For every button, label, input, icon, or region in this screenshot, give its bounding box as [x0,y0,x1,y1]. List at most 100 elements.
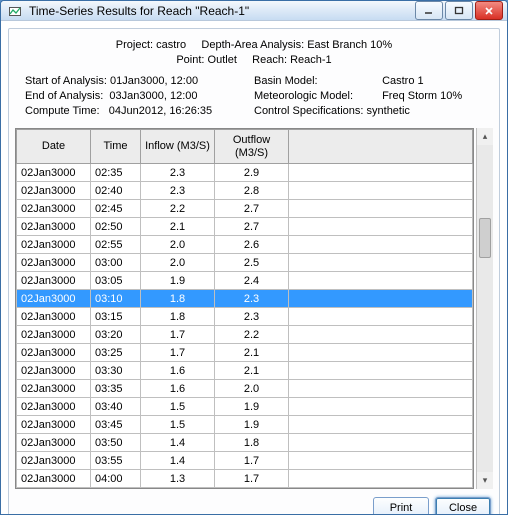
cell-inflow[interactable]: 2.0 [141,236,215,254]
cell-inflow[interactable]: 1.7 [141,344,215,362]
cell-outflow[interactable]: 2.3 [215,290,289,308]
table-row[interactable]: 02Jan300002:402.32.8 [17,182,473,200]
table-row[interactable]: 02Jan300003:151.82.3 [17,308,473,326]
cell-date[interactable]: 02Jan3000 [17,434,91,452]
cell-inflow[interactable]: 2.2 [141,200,215,218]
cell-date[interactable]: 02Jan3000 [17,452,91,470]
table-row[interactable]: 02Jan300003:401.51.9 [17,398,473,416]
cell-time[interactable]: 03:00 [91,254,141,272]
col-date[interactable]: Date [17,130,91,164]
cell-outflow[interactable]: 1.7 [215,470,289,488]
table-row[interactable]: 02Jan300003:002.02.5 [17,254,473,272]
close-window-button[interactable] [475,1,503,20]
cell-inflow[interactable]: 1.8 [141,308,215,326]
cell-time[interactable]: 03:40 [91,398,141,416]
cell-time[interactable]: 02:45 [91,200,141,218]
maximize-button[interactable] [445,1,473,20]
table-row[interactable]: 02Jan300003:101.82.3 [17,290,473,308]
col-outflow[interactable]: Outflow (M3/S) [215,130,289,164]
cell-date[interactable]: 02Jan3000 [17,182,91,200]
cell-inflow[interactable]: 1.8 [141,290,215,308]
table-row[interactable]: 02Jan300002:352.32.9 [17,164,473,182]
cell-time[interactable]: 02:50 [91,218,141,236]
table-row[interactable]: 02Jan300003:251.72.1 [17,344,473,362]
cell-inflow[interactable]: 1.7 [141,326,215,344]
cell-outflow[interactable]: 2.2 [215,326,289,344]
cell-outflow[interactable]: 2.7 [215,218,289,236]
cell-inflow[interactable]: 1.3 [141,470,215,488]
cell-date[interactable]: 02Jan3000 [17,470,91,488]
cell-outflow[interactable]: 2.8 [215,182,289,200]
col-time[interactable]: Time [91,130,141,164]
table-row[interactable]: 02Jan300003:051.92.4 [17,272,473,290]
cell-date[interactable]: 02Jan3000 [17,290,91,308]
cell-time[interactable]: 04:00 [91,470,141,488]
scroll-up-icon[interactable]: ▴ [477,128,493,145]
scroll-thumb[interactable] [479,218,491,258]
col-inflow[interactable]: Inflow (M3/S) [141,130,215,164]
cell-outflow[interactable]: 2.7 [215,200,289,218]
cell-inflow[interactable]: 1.6 [141,380,215,398]
scroll-down-icon[interactable]: ▾ [477,472,493,489]
table-row[interactable]: 02Jan300002:552.02.6 [17,236,473,254]
close-button[interactable]: Close [435,497,491,515]
table-row[interactable]: 02Jan300003:451.51.9 [17,416,473,434]
vertical-scrollbar[interactable]: ▴ ▾ [476,128,493,489]
cell-inflow[interactable]: 1.9 [141,272,215,290]
cell-time[interactable]: 03:35 [91,380,141,398]
cell-outflow[interactable]: 2.4 [215,272,289,290]
cell-outflow[interactable]: 2.9 [215,164,289,182]
cell-outflow[interactable]: 2.6 [215,236,289,254]
cell-outflow[interactable]: 1.9 [215,416,289,434]
table-row[interactable]: 02Jan300003:351.62.0 [17,380,473,398]
cell-time[interactable]: 03:50 [91,434,141,452]
table-row[interactable]: 02Jan300003:201.72.2 [17,326,473,344]
cell-time[interactable]: 03:55 [91,452,141,470]
cell-outflow[interactable]: 1.7 [215,452,289,470]
minimize-button[interactable] [415,1,443,20]
cell-date[interactable]: 02Jan3000 [17,380,91,398]
cell-date[interactable]: 02Jan3000 [17,416,91,434]
cell-time[interactable]: 02:55 [91,236,141,254]
print-button[interactable]: Print [373,497,429,515]
table-row[interactable]: 02Jan300002:452.22.7 [17,200,473,218]
cell-outflow[interactable]: 2.1 [215,362,289,380]
cell-outflow[interactable]: 2.3 [215,308,289,326]
cell-inflow[interactable]: 1.6 [141,362,215,380]
cell-inflow[interactable]: 1.5 [141,416,215,434]
cell-outflow[interactable]: 2.5 [215,254,289,272]
cell-time[interactable]: 03:15 [91,308,141,326]
table-row[interactable]: 02Jan300003:301.62.1 [17,362,473,380]
cell-time[interactable]: 03:10 [91,290,141,308]
cell-outflow[interactable]: 1.8 [215,434,289,452]
cell-date[interactable]: 02Jan3000 [17,200,91,218]
cell-inflow[interactable]: 2.0 [141,254,215,272]
cell-date[interactable]: 02Jan3000 [17,164,91,182]
table-row[interactable]: 02Jan300003:501.41.8 [17,434,473,452]
cell-inflow[interactable]: 1.5 [141,398,215,416]
cell-time[interactable]: 03:45 [91,416,141,434]
cell-time[interactable]: 03:20 [91,326,141,344]
cell-outflow[interactable]: 1.9 [215,398,289,416]
cell-time[interactable]: 02:40 [91,182,141,200]
cell-date[interactable]: 02Jan3000 [17,326,91,344]
table-viewport[interactable]: Date Time Inflow (M3/S) Outflow (M3/S) 0… [15,128,474,489]
cell-inflow[interactable]: 2.3 [141,182,215,200]
cell-outflow[interactable]: 2.0 [215,380,289,398]
cell-inflow[interactable]: 1.4 [141,434,215,452]
cell-inflow[interactable]: 2.3 [141,164,215,182]
table-row[interactable]: 02Jan300004:001.31.7 [17,470,473,488]
cell-time[interactable]: 03:30 [91,362,141,380]
cell-inflow[interactable]: 2.1 [141,218,215,236]
cell-inflow[interactable]: 1.4 [141,452,215,470]
table-row[interactable]: 02Jan300003:551.41.7 [17,452,473,470]
cell-date[interactable]: 02Jan3000 [17,398,91,416]
cell-time[interactable]: 02:35 [91,164,141,182]
cell-date[interactable]: 02Jan3000 [17,308,91,326]
cell-date[interactable]: 02Jan3000 [17,362,91,380]
table-row[interactable]: 02Jan300002:502.12.7 [17,218,473,236]
cell-date[interactable]: 02Jan3000 [17,344,91,362]
cell-date[interactable]: 02Jan3000 [17,218,91,236]
cell-time[interactable]: 03:25 [91,344,141,362]
cell-date[interactable]: 02Jan3000 [17,236,91,254]
